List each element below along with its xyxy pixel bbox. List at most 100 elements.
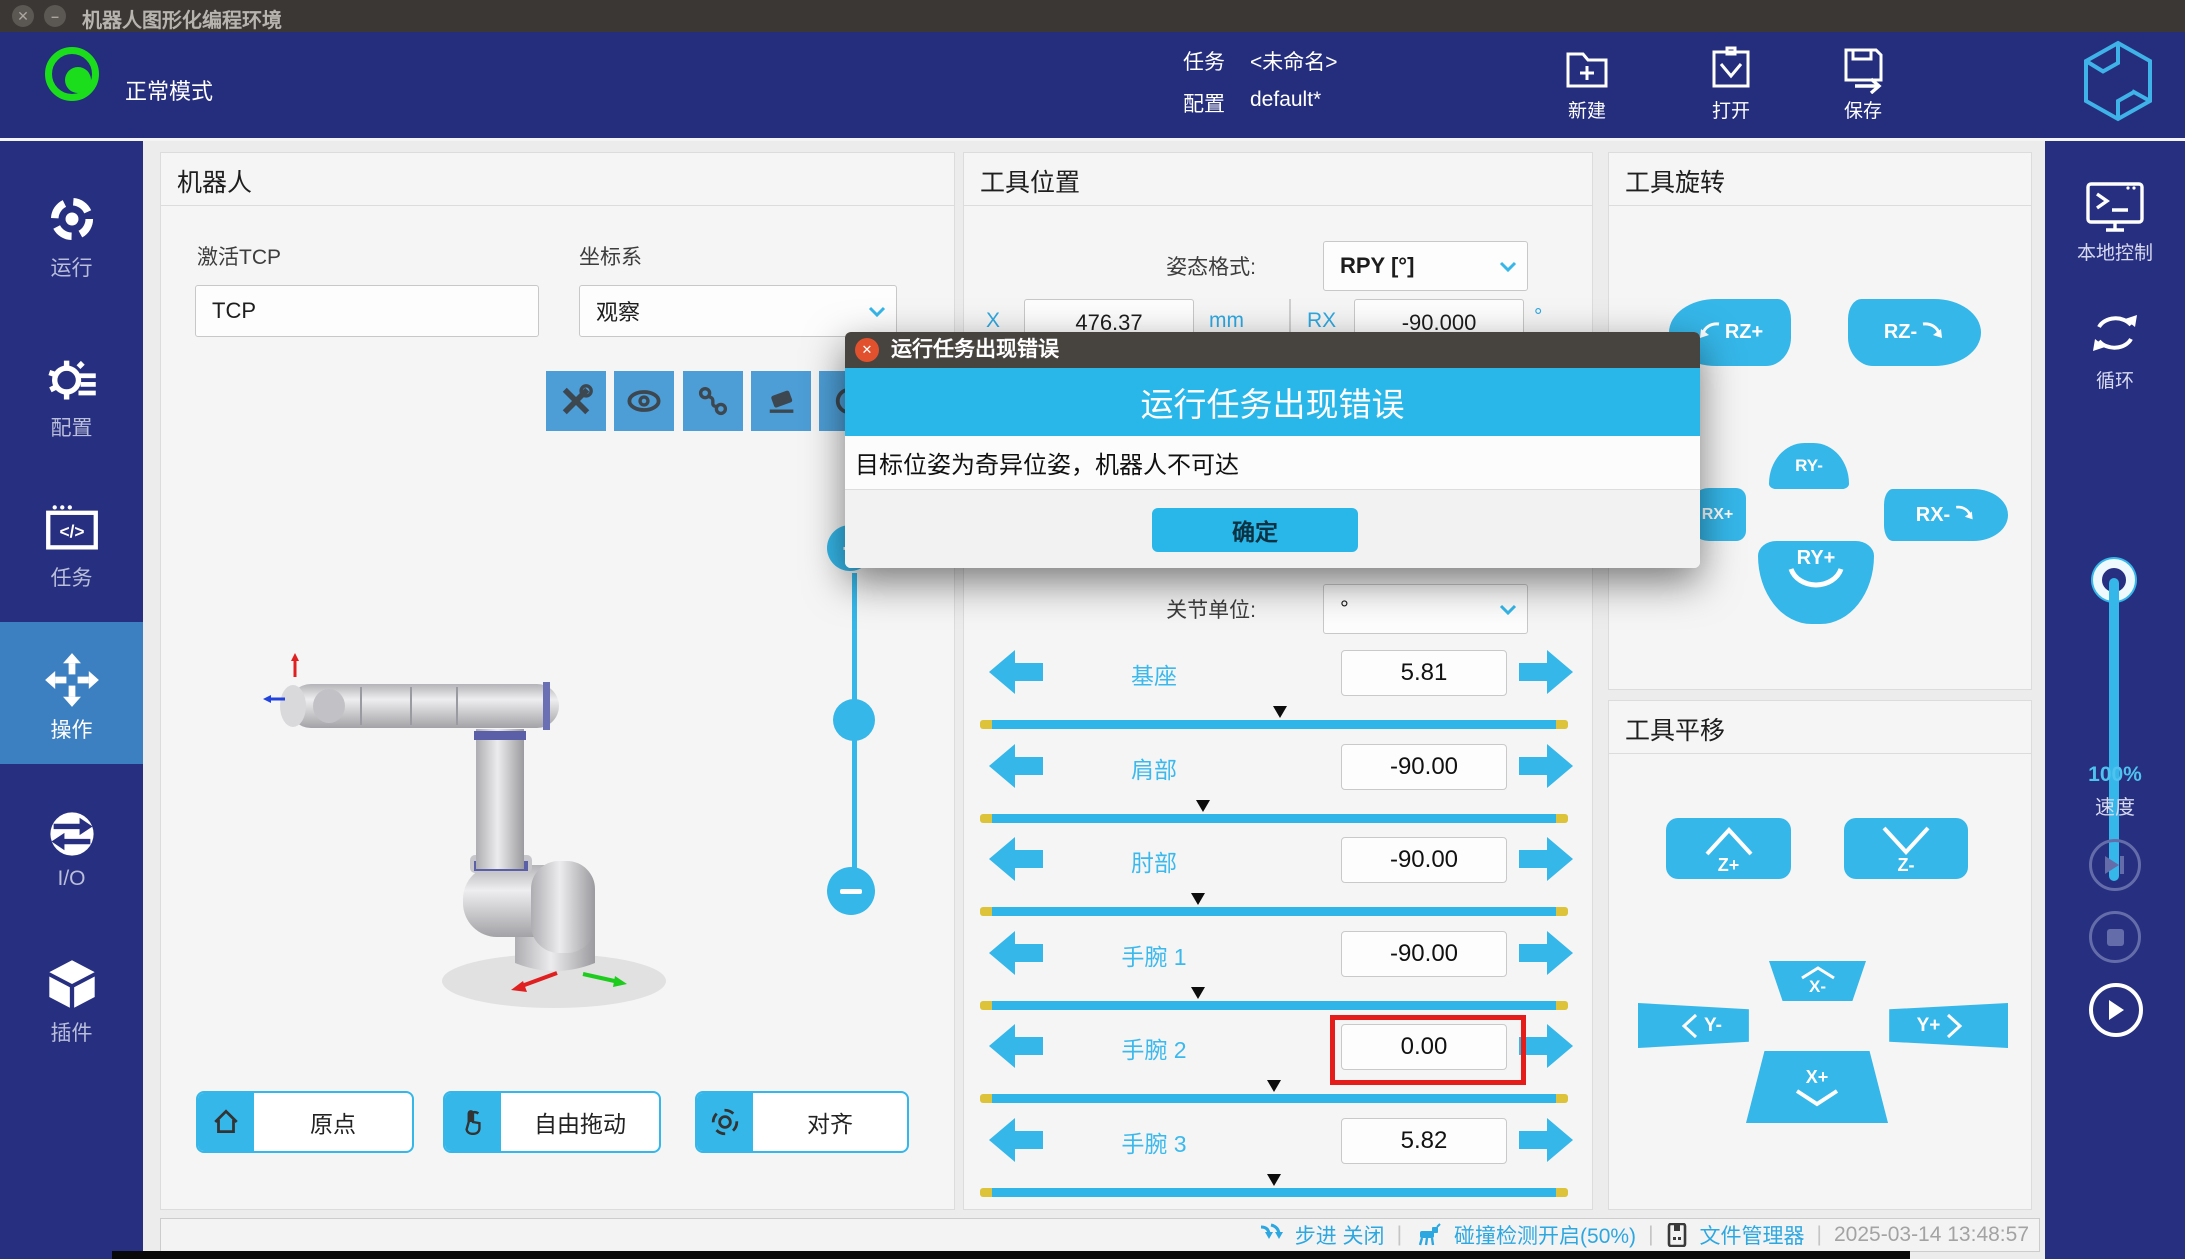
jog-y-plus-button[interactable]: Y+ xyxy=(1873,1003,2008,1048)
stop-button[interactable] xyxy=(2089,911,2141,963)
tcp-input[interactable]: TCP xyxy=(195,285,539,337)
joint-decrease-button[interactable] xyxy=(989,837,1043,881)
view-visibility-button[interactable] xyxy=(614,371,674,431)
sidebar-item-task[interactable]: </> 任务 xyxy=(0,502,143,592)
joint-row: 基座5.81 xyxy=(964,650,1592,736)
window-title: 机器人图形化编程环境 xyxy=(82,4,282,33)
joint-increase-button[interactable] xyxy=(1519,1118,1573,1162)
zoom-out-button[interactable] xyxy=(827,867,875,915)
align-button-label: 对齐 xyxy=(753,1093,907,1151)
step-mode-status[interactable]: 步进 关闭 xyxy=(1295,1220,1385,1250)
local-control-button[interactable]: 本地控制 xyxy=(2045,181,2185,265)
jog-label: RZ- xyxy=(1884,321,1917,344)
align-button[interactable]: 对齐 xyxy=(695,1091,909,1153)
save-task-button[interactable]: 保存 xyxy=(1808,40,1918,136)
joint-name: 肘部 xyxy=(1059,844,1249,878)
active-tcp-label: 激活TCP xyxy=(197,241,281,271)
jog-z-minus-button[interactable]: Z- xyxy=(1844,818,1968,879)
joint-slider[interactable] xyxy=(980,1188,1568,1197)
jog-x-minus-button[interactable]: X- xyxy=(1769,961,1866,1001)
jog-x-plus-button[interactable]: X+ xyxy=(1746,1051,1888,1123)
new-task-label: 新建 xyxy=(1532,96,1642,123)
sidebar-item-config[interactable]: 配置 xyxy=(0,352,143,442)
jog-label: Y- xyxy=(1704,1015,1722,1037)
home-button[interactable]: 原点 xyxy=(196,1091,414,1153)
joint-value-field[interactable]: -90.00 xyxy=(1341,931,1507,977)
jog-y-minus-button[interactable]: Y- xyxy=(1638,1003,1764,1048)
joint-decrease-button[interactable] xyxy=(989,650,1043,694)
jog-rz-minus-button[interactable]: RZ- xyxy=(1848,299,1981,366)
file-manager-link[interactable]: 文件管理器 xyxy=(1700,1220,1805,1250)
window-minimize-button[interactable]: – xyxy=(44,5,66,27)
joint-value-field[interactable]: 5.81 xyxy=(1341,650,1507,696)
joint-value-field[interactable]: 5.82 xyxy=(1341,1118,1507,1164)
rotate-arc-icon xyxy=(1697,318,1723,348)
jog-rx-minus-button[interactable]: RX- xyxy=(1884,489,2008,541)
joint-name: 手腕 2 xyxy=(1059,1031,1249,1065)
joint-row: 肘部 -90.00 xyxy=(964,837,1592,923)
jog-ry-minus-button[interactable]: RY- xyxy=(1769,443,1849,489)
view-tools-button[interactable] xyxy=(546,371,606,431)
tools-icon xyxy=(558,383,594,419)
new-task-button[interactable]: 新建 xyxy=(1532,40,1642,136)
config-label: 配置 xyxy=(1183,88,1225,118)
collision-detect-status[interactable]: 碰撞检测开启(50%) xyxy=(1454,1220,1636,1250)
task-label: 任务 xyxy=(1183,46,1225,76)
joint-slider-marker xyxy=(1191,893,1205,905)
joint-decrease-button[interactable] xyxy=(989,931,1043,975)
joint-increase-button[interactable] xyxy=(1519,837,1573,881)
jog-z-plus-button[interactable]: Z+ xyxy=(1666,818,1791,879)
joint-slider[interactable] xyxy=(980,907,1568,916)
sidebar-item-io[interactable]: I/O xyxy=(0,807,143,891)
right-sidebar: 本地控制 循环 100% 速度 xyxy=(2045,141,2185,1259)
window-close-button[interactable]: ✕ xyxy=(12,5,34,27)
sidebar-item-label: 操作 xyxy=(51,719,93,742)
free-drag-button[interactable]: 自由拖动 xyxy=(443,1091,661,1153)
joint-slider[interactable] xyxy=(980,1001,1568,1010)
joint-slider[interactable] xyxy=(980,1094,1568,1103)
chevron-down-icon xyxy=(1791,1088,1843,1108)
jog-label: RY- xyxy=(1795,456,1823,476)
dialog-close-button[interactable]: ✕ xyxy=(855,338,879,362)
speed-slider-track[interactable] xyxy=(2109,578,2119,881)
path-nodes-icon xyxy=(695,383,731,419)
joint-value-field[interactable]: -90.00 xyxy=(1341,744,1507,790)
joint-increase-button[interactable] xyxy=(1519,931,1573,975)
hand-drag-icon xyxy=(445,1093,501,1151)
open-task-label: 打开 xyxy=(1676,96,1786,123)
step-forward-button[interactable] xyxy=(2089,839,2141,891)
joint-slider-marker xyxy=(1267,1080,1281,1092)
open-task-button[interactable]: 打开 xyxy=(1676,40,1786,136)
gear-icon xyxy=(45,352,99,406)
dialog-ok-button[interactable]: 确定 xyxy=(1152,508,1358,552)
joint-slider[interactable] xyxy=(980,814,1568,823)
joint-value-field[interactable]: -90.00 xyxy=(1341,837,1507,883)
joint-slider-marker xyxy=(1267,1174,1281,1186)
jog-label: X+ xyxy=(1806,1067,1829,1088)
robot-panel: 机器人 激活TCP 坐标系 TCP 观察 xyxy=(160,152,955,1210)
robot-3d-model[interactable] xyxy=(261,643,701,1033)
sidebar-item-plugin[interactable]: 插件 xyxy=(0,957,143,1047)
zoom-slider-handle[interactable] xyxy=(833,699,875,741)
config-value: default* xyxy=(1250,88,1321,112)
play-button[interactable] xyxy=(2089,983,2143,1037)
joint-increase-button[interactable] xyxy=(1519,1024,1573,1068)
joint-slider[interactable] xyxy=(980,720,1568,729)
tool-rotate-title: 工具旋转 xyxy=(1625,163,1725,199)
joint-row: 手腕 35.82 xyxy=(964,1118,1592,1204)
joint-row: 肩部-90.00 xyxy=(964,744,1592,830)
view-path-button[interactable] xyxy=(683,371,743,431)
error-dialog: 运行任务出现错误 ✕ 运行任务出现错误 目标位姿为奇异位姿，机器人不可达 确定 xyxy=(845,332,1700,568)
frame-select[interactable]: 观察 xyxy=(579,285,897,337)
joint-decrease-button[interactable] xyxy=(989,744,1043,788)
joint-decrease-button[interactable] xyxy=(989,1024,1043,1068)
joint-increase-button[interactable] xyxy=(1519,650,1573,694)
joint-decrease-button[interactable] xyxy=(989,1118,1043,1162)
rotate-arc-icon xyxy=(1952,502,1976,528)
loop-button[interactable]: 循环 xyxy=(2045,305,2185,393)
sidebar-item-operate[interactable]: 操作 xyxy=(0,652,143,744)
joint-row: 手腕 1-90.00 xyxy=(964,931,1592,1017)
joint-increase-button[interactable] xyxy=(1519,744,1573,788)
sidebar-item-run[interactable]: 运行 xyxy=(0,192,143,282)
view-erase-button[interactable] xyxy=(751,371,811,431)
